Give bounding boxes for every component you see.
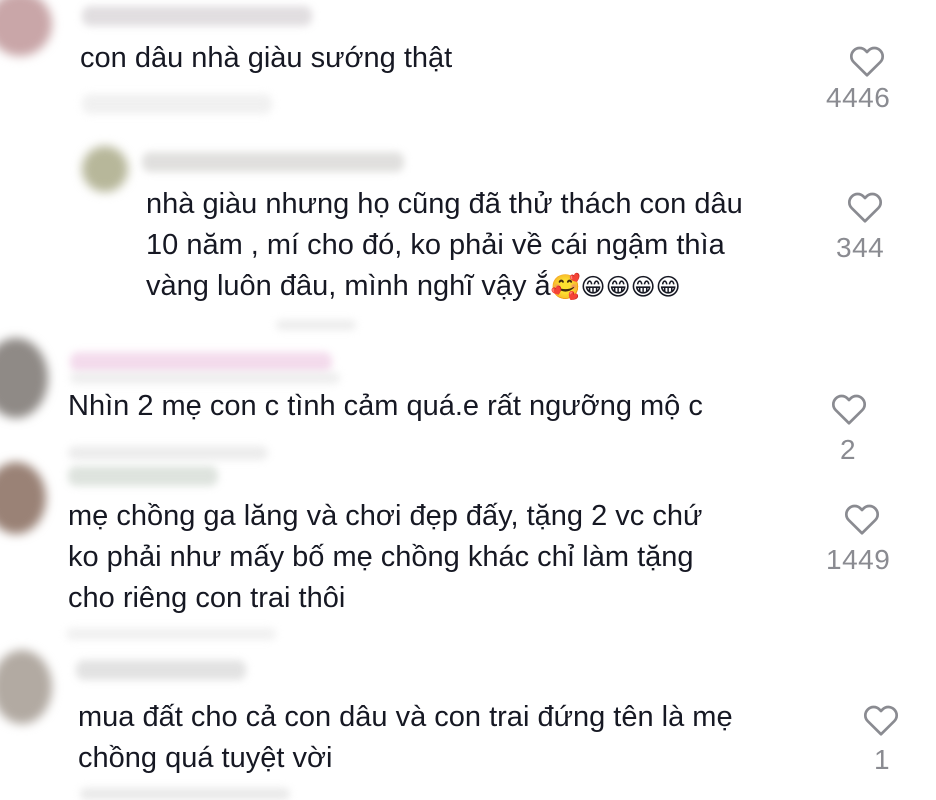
avatar[interactable] xyxy=(0,650,52,724)
heart-outline-icon xyxy=(831,394,867,425)
username-blurred xyxy=(76,660,246,680)
like-button[interactable] xyxy=(830,502,894,536)
comment-text-line: mua đất cho cả con dâu và con trai đứng … xyxy=(78,701,733,733)
heart-outline-icon xyxy=(849,46,885,77)
comment-meta-blurred xyxy=(82,94,272,114)
comment-text-line: 10 năm , mí cho đó, ko phải về cái ngậm … xyxy=(146,229,725,261)
username-blurred xyxy=(70,352,332,372)
like-button[interactable] xyxy=(835,44,899,78)
avatar[interactable] xyxy=(82,146,128,192)
emoji-group: 🥰😁😁😁😁 xyxy=(550,273,681,301)
comment-text: Nhìn 2 mẹ con c tình cảm quá.e rất ngưỡn… xyxy=(68,390,703,422)
avatar[interactable] xyxy=(0,462,46,534)
comment-text: con dâu nhà giàu sướng thật xyxy=(80,42,453,74)
username-blurred xyxy=(68,446,268,460)
like-count: 1 xyxy=(874,744,891,775)
comment-text-line: chồng quá tuyệt vời xyxy=(78,742,333,774)
heart-outline-icon xyxy=(844,504,880,535)
like-button[interactable] xyxy=(833,190,897,224)
username-blurred xyxy=(68,466,218,486)
comment-meta-blurred xyxy=(276,320,356,330)
comment-text-line: ko phải như mấy bố mẹ chồng khác chỉ làm… xyxy=(68,541,694,573)
comment-text-line: vàng luôn đâu, mình nghĩ vậy ắ🥰😁😁😁😁 xyxy=(146,266,681,307)
comment-text-segment: vàng luôn đâu, mình nghĩ vậy ắ xyxy=(146,270,551,302)
like-count: 2 xyxy=(840,434,857,465)
avatar[interactable] xyxy=(0,338,48,418)
like-count: 4446 xyxy=(826,82,891,113)
comment-meta-blurred xyxy=(66,628,276,640)
username-blurred xyxy=(142,152,404,172)
like-button[interactable] xyxy=(849,703,913,737)
comment-text-line: nhà giàu nhưng họ cũng đã thử thách con … xyxy=(146,188,743,220)
heart-outline-icon xyxy=(847,192,883,223)
like-count: 1449 xyxy=(826,544,891,575)
heart-outline-icon xyxy=(863,705,899,736)
comment-text-line: mẹ chồng ga lăng và chơi đẹp đấy, tặng 2… xyxy=(68,500,703,532)
avatar[interactable] xyxy=(0,0,52,56)
like-count: 344 xyxy=(836,232,885,263)
comment-text-line: cho riêng con trai thôi xyxy=(68,582,346,614)
comment-meta-blurred xyxy=(70,372,340,384)
like-button[interactable] xyxy=(817,392,881,426)
username-blurred xyxy=(82,6,312,26)
comment-meta-blurred xyxy=(80,788,290,800)
